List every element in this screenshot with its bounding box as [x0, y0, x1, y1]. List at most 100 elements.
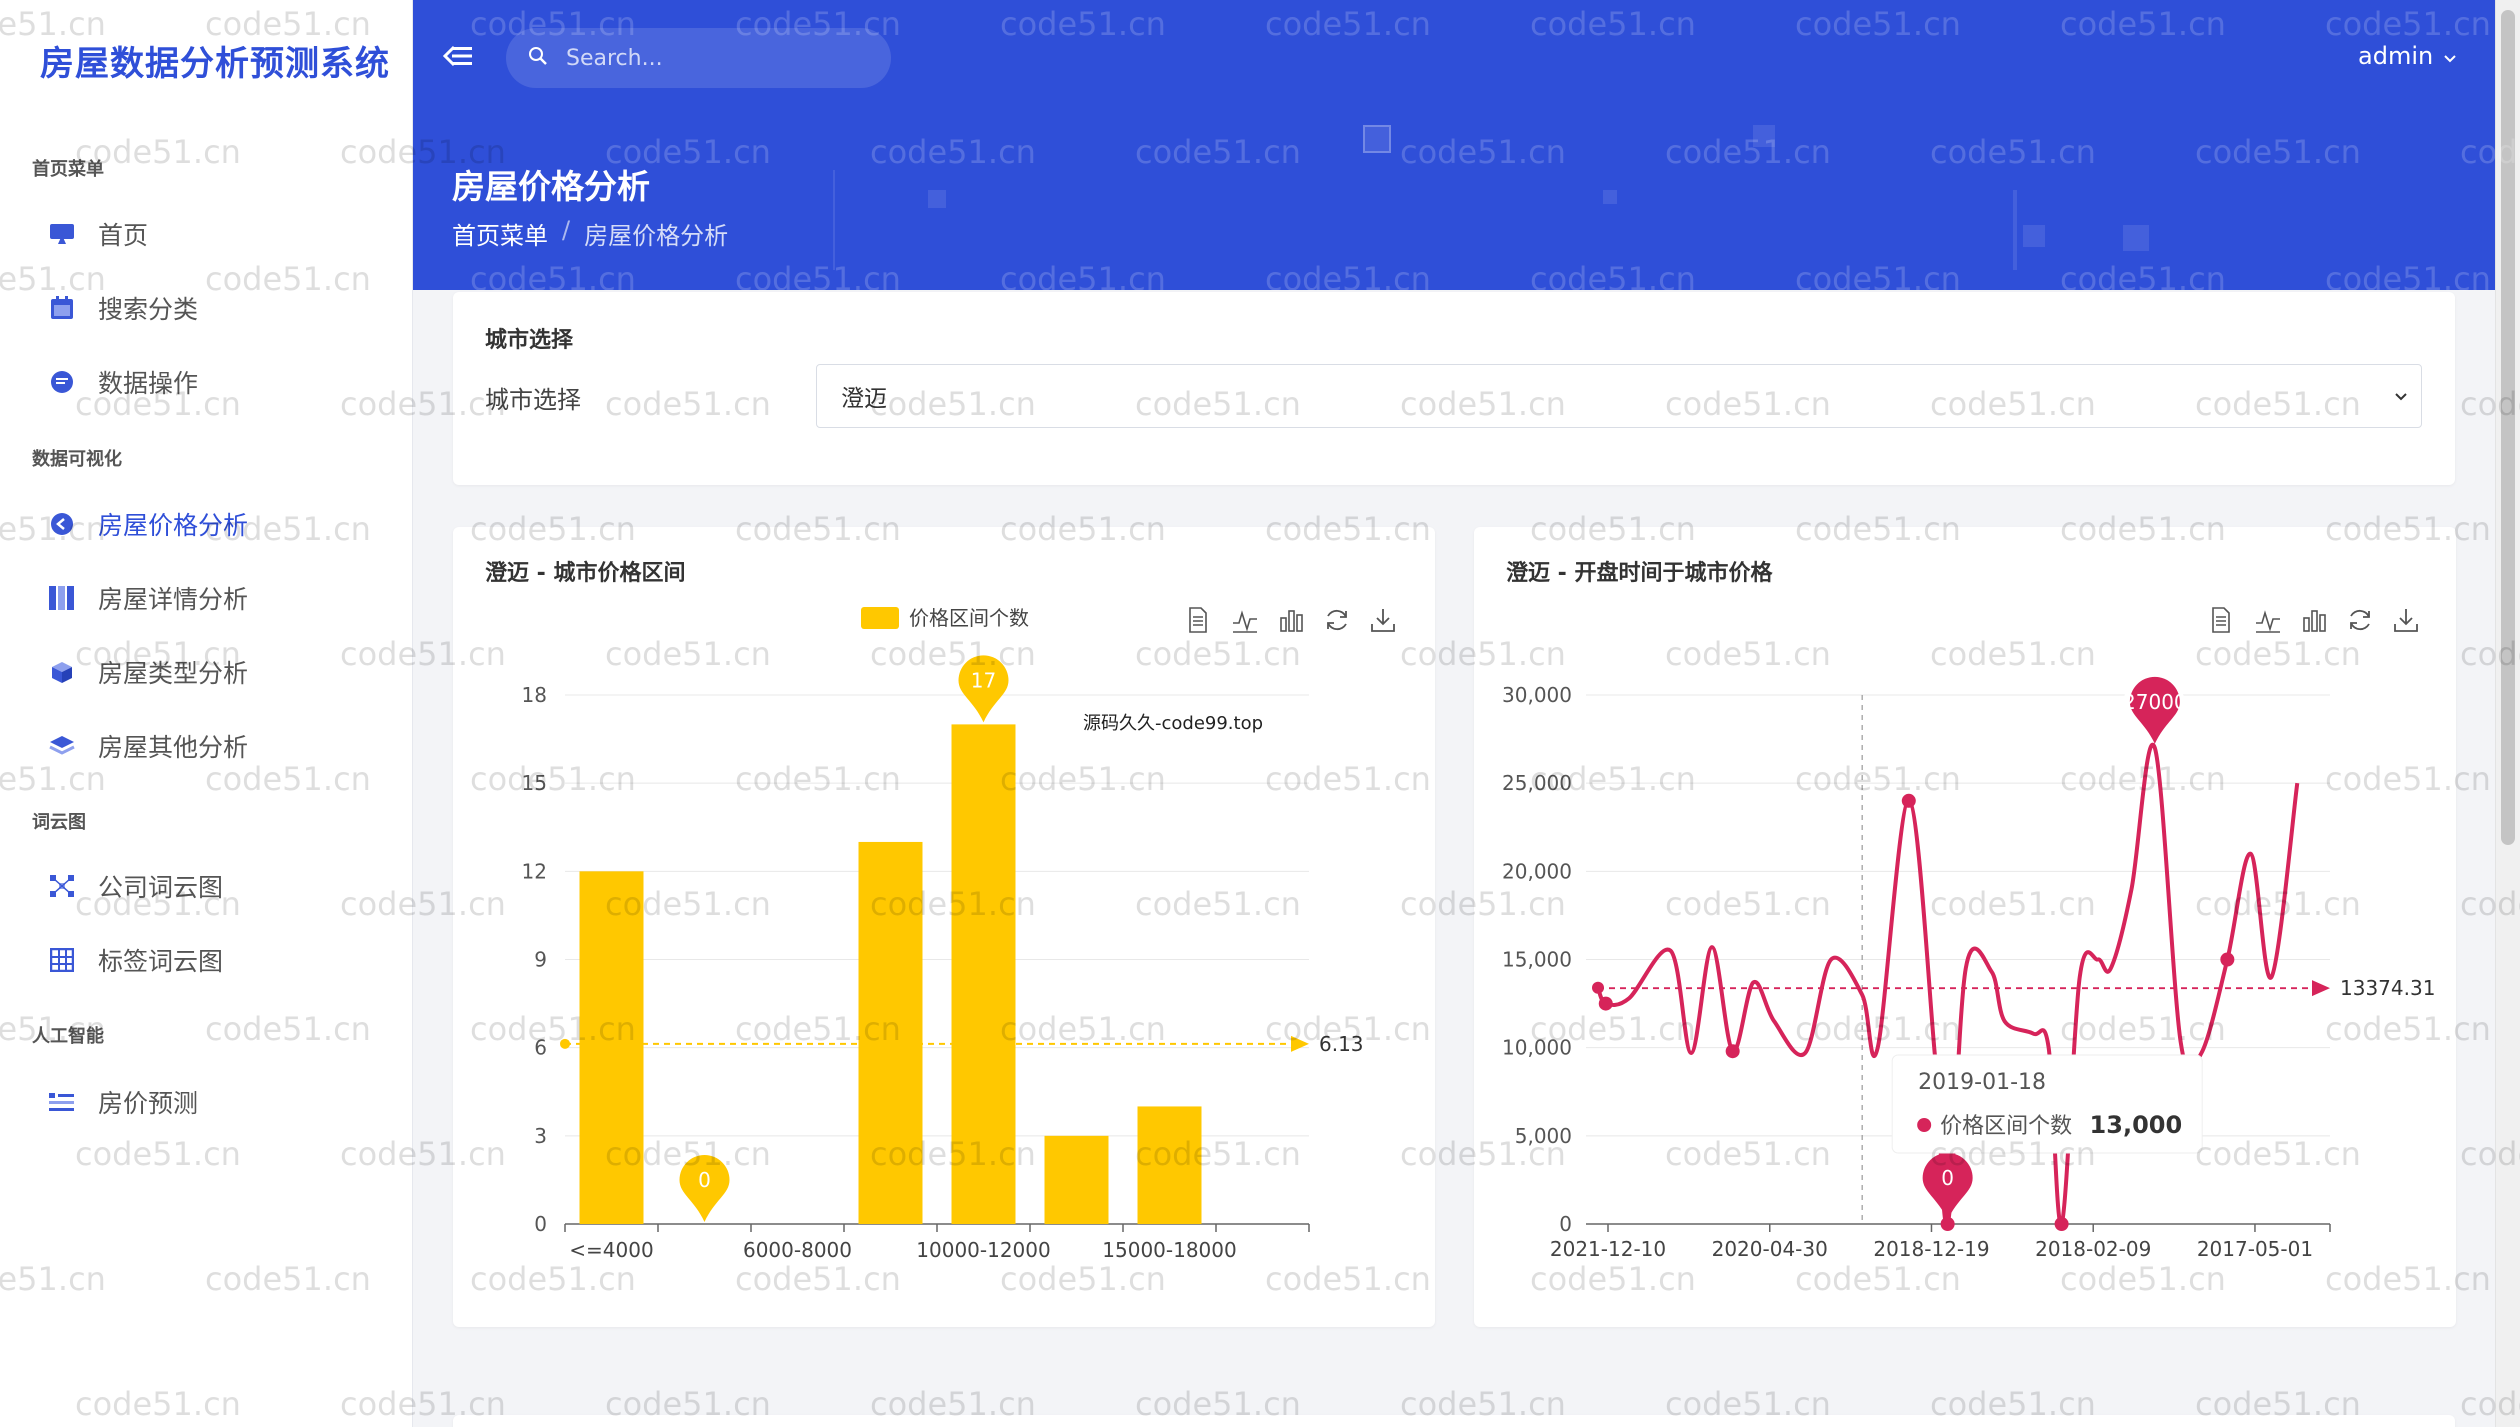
- city-filter-card: 城市选择 城市选择 澄迈: [453, 292, 2455, 485]
- x-tick-label: 10000-12000: [916, 1238, 1050, 1262]
- page-title: 房屋价格分析: [452, 167, 650, 206]
- chart-annotation: 源码久久-code99.top: [1083, 713, 1263, 734]
- breadcrumb-separator: /: [562, 216, 571, 244]
- breadcrumb: 首页菜单 / 房屋价格分析: [452, 216, 728, 251]
- max-point-marker-label: 17: [971, 668, 996, 692]
- sidebar-item-label: 房屋其他分析: [98, 733, 249, 762]
- bar: [858, 841, 923, 1224]
- y-tick-label: 15: [522, 771, 547, 795]
- mean-line-label: 13374.31: [2340, 976, 2435, 1000]
- sidebar-item-other-analysis[interactable]: 房屋其他分析: [48, 724, 388, 768]
- arrow-circle-icon: [48, 510, 76, 538]
- search-box: [506, 28, 891, 88]
- sidebar-item-label: 房价预测: [98, 1089, 199, 1118]
- sidebar-item-search-category[interactable]: 搜索分类: [48, 286, 388, 330]
- sidebar-section-title: 人工智能: [32, 1026, 104, 1047]
- y-tick-label: 6: [534, 1036, 547, 1060]
- x-tick-label: 2017-05-01: [2197, 1237, 2313, 1261]
- sidebar-item-label: 公司词云图: [98, 873, 224, 902]
- y-tick-label: 9: [534, 948, 547, 972]
- scrollbar[interactable]: [2495, 0, 2520, 1427]
- username: admin: [2358, 42, 2434, 70]
- cube-icon: [48, 658, 76, 686]
- bar: [1137, 1106, 1202, 1224]
- data-point: [2054, 1217, 2069, 1231]
- search-icon: [528, 46, 548, 70]
- data-point: [1725, 1044, 1740, 1059]
- x-tick-label: 2020-04-30: [1712, 1237, 1828, 1261]
- sidebar-item-label: 搜索分类: [98, 295, 199, 324]
- city-select[interactable]: 澄迈: [816, 364, 2422, 428]
- chevron-down-icon: [2393, 385, 2409, 413]
- mean-line-arrow: [2312, 980, 2330, 997]
- x-tick-label: <=4000: [569, 1238, 653, 1262]
- y-tick-label: 20,000: [1502, 859, 1572, 883]
- breadcrumb-current: 房屋价格分析: [584, 222, 729, 250]
- city-select-label: 城市选择: [485, 386, 581, 414]
- scrollbar-thumb[interactable]: [2501, 10, 2515, 845]
- y-tick-label: 30,000: [1502, 683, 1572, 707]
- breadcrumb-home[interactable]: 首页菜单: [452, 216, 548, 251]
- sidebar-item-company-wordcloud[interactable]: 公司词云图: [48, 864, 388, 908]
- bar: [579, 871, 644, 1224]
- data-point: [1901, 793, 1916, 808]
- sidebar-item-type-analysis[interactable]: 房屋类型分析: [48, 650, 388, 694]
- nodes-icon: [48, 872, 76, 900]
- data-point: [1598, 996, 1613, 1011]
- user-menu[interactable]: admin: [2358, 42, 2457, 70]
- y-tick-label: 3: [534, 1124, 547, 1148]
- tooltip-series-name: 价格区间个数: [1940, 1114, 2072, 1139]
- sidebar-section-title: 数据可视化: [32, 449, 122, 470]
- sidebar-section-title: 词云图: [32, 812, 86, 833]
- sidebar-item-home[interactable]: 首页: [48, 212, 388, 256]
- sidebar-item-data-ops[interactable]: 数据操作: [48, 360, 388, 404]
- list-icon: [48, 1088, 76, 1116]
- legend-label: 价格区间个数: [909, 606, 1029, 630]
- sidebar-item-price-prediction[interactable]: 房价预测: [48, 1080, 388, 1124]
- sidebar-item-label: 房屋价格分析: [98, 511, 249, 540]
- x-tick-label: 15000-18000: [1102, 1238, 1236, 1262]
- legend-swatch: [861, 607, 899, 629]
- y-tick-label: 10,000: [1502, 1036, 1572, 1060]
- y-tick-label: 15,000: [1502, 948, 1572, 972]
- x-tick-label: 2018-12-19: [1873, 1237, 1989, 1261]
- sidebar-toggle-icon[interactable]: [440, 38, 476, 74]
- sidebar-item-detail-analysis[interactable]: 房屋详情分析: [48, 576, 388, 620]
- app-title: 房屋数据分析预测系统: [40, 44, 390, 84]
- opening-time-chart-card: 澄迈 - 开盘时间于城市价格 0 5,000 10,000 15,000 20,000 2…: [1474, 527, 2456, 1327]
- mean-line-arrow: [1291, 1035, 1309, 1052]
- y-tick-label: 25,000: [1502, 771, 1572, 795]
- layers-icon: [48, 732, 76, 760]
- bar: [951, 724, 1016, 1224]
- y-tick-label: 0: [1559, 1212, 1572, 1236]
- sidebar-item-label: 房屋详情分析: [98, 585, 249, 614]
- min-point-marker-label: 0: [698, 1168, 711, 1192]
- x-tick-label: 2021-12-10: [1550, 1237, 1666, 1261]
- min-point-marker-label: 0: [1941, 1166, 1954, 1190]
- sidebar-item-price-analysis[interactable]: 房屋价格分析: [48, 502, 388, 546]
- city-select-value: 澄迈: [841, 386, 887, 412]
- sidebar: 房屋数据分析预测系统 首页菜单 首页 搜索分类 数据操作 数据可视化 房屋价格分…: [0, 0, 413, 1427]
- sidebar-item-label: 首页: [98, 221, 149, 250]
- sidebar-item-label: 房屋类型分析: [98, 659, 249, 688]
- columns-icon: [48, 584, 76, 612]
- y-tick-label: 12: [522, 859, 547, 883]
- filter-card-title: 城市选择: [485, 328, 574, 353]
- next-card: [453, 1415, 2455, 1427]
- bar: [1044, 1135, 1109, 1224]
- mean-line-label: 6.13: [1319, 1032, 1364, 1056]
- price-range-chart-card: 澄迈 - 城市价格区间 价格区间个数 0 3 6 9 12 15 18 <=4000 6000-8…: [453, 527, 1435, 1327]
- data-point: [2220, 952, 2235, 967]
- y-tick-label: 18: [522, 683, 547, 707]
- sidebar-item-tag-wordcloud[interactable]: 标签词云图: [48, 938, 388, 982]
- mean-line-start: [560, 1038, 570, 1049]
- y-tick-label: 5,000: [1515, 1124, 1572, 1148]
- grid-icon: [48, 946, 76, 974]
- monitor-icon: [48, 220, 76, 248]
- chat-icon: [48, 368, 76, 396]
- calendar-icon: [48, 294, 76, 322]
- x-tick-label: 2018-02-09: [2035, 1237, 2151, 1261]
- search-input[interactable]: [566, 45, 866, 71]
- x-tick-label: 6000-8000: [743, 1238, 852, 1262]
- max-point-marker-label: 27000: [2123, 690, 2187, 714]
